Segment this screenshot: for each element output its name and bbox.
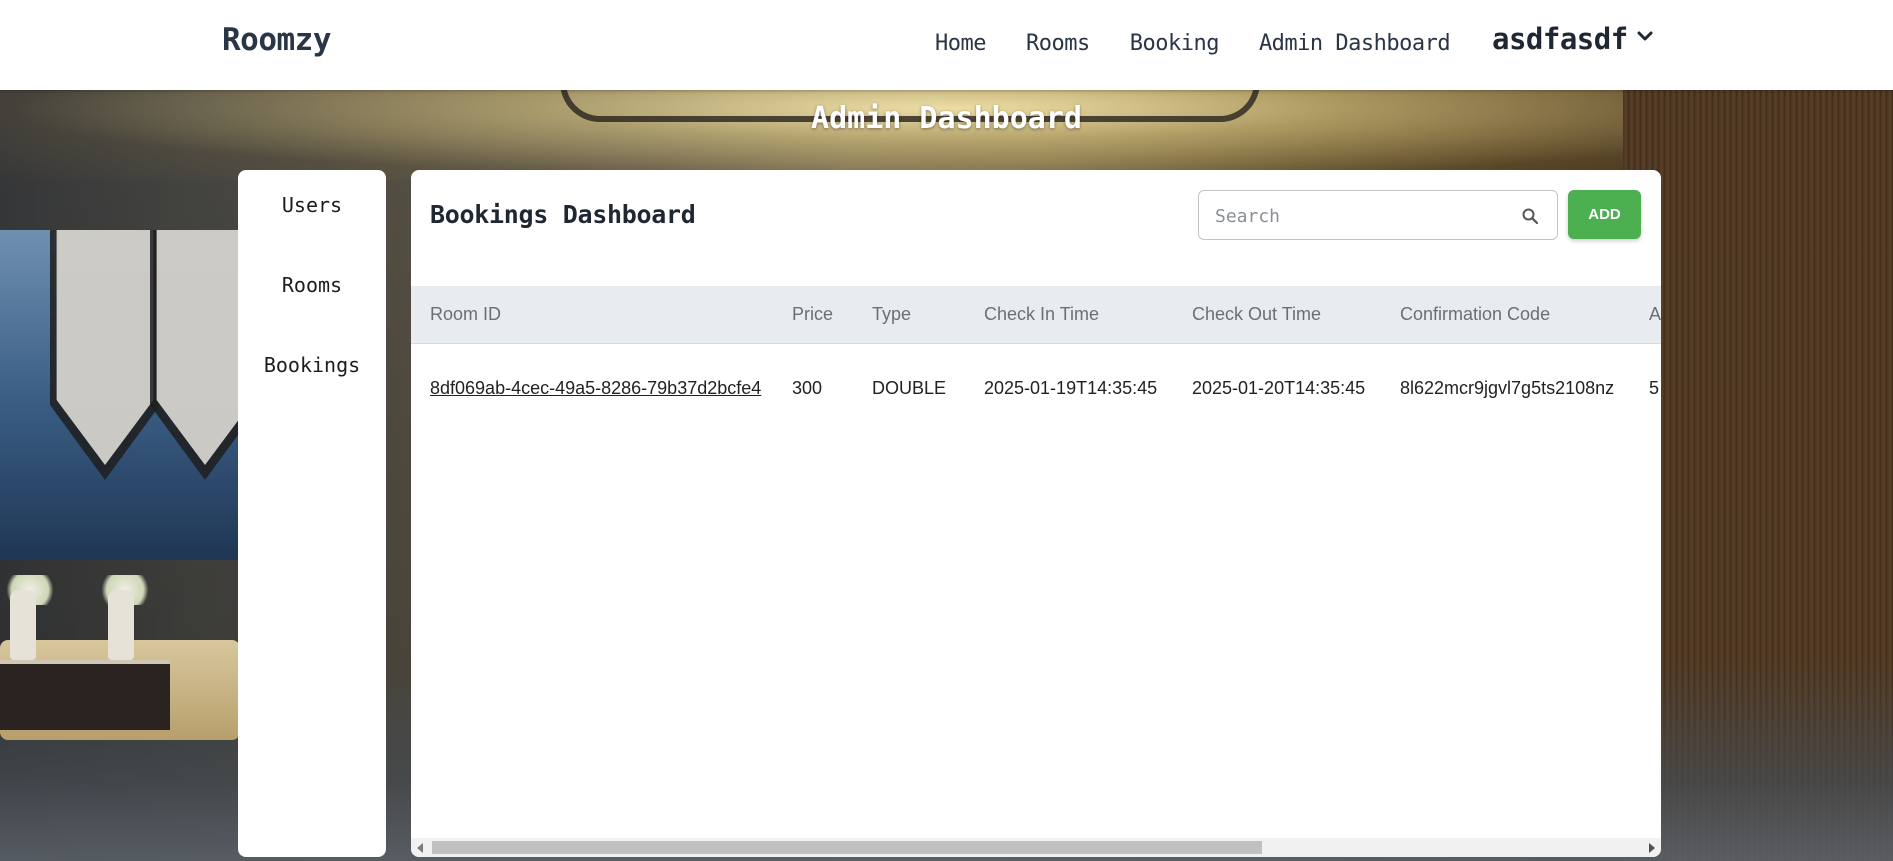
check-out-cell: 2025-01-20T14:35:45 — [1192, 378, 1366, 398]
top-navbar: Roomzy Home Rooms Booking Admin Dashboar… — [0, 0, 1893, 90]
check-in-cell: 2025-01-19T14:35:45 — [984, 378, 1158, 398]
scroll-right-icon[interactable] — [1649, 843, 1655, 853]
vase — [108, 590, 134, 660]
search-icon[interactable] — [1521, 207, 1539, 225]
truncated-cell: 5 — [1649, 378, 1660, 398]
scrollbar-thumb[interactable] — [432, 841, 1262, 854]
sidebar-item-bookings[interactable]: Bookings — [238, 353, 386, 377]
room-id-link[interactable]: 8df069ab-4cec-49a5-8286-79b37d2bcfe4 — [430, 378, 761, 399]
vase — [10, 590, 36, 660]
type-cell: DOUBLE — [872, 378, 947, 398]
search-input[interactable] — [1215, 203, 1505, 229]
bookings-panel: Bookings Dashboard ADD Room ID Price Typ… — [411, 170, 1661, 857]
user-menu[interactable]: asdfasdf — [1492, 22, 1654, 56]
nav-rooms[interactable]: Rooms — [1026, 31, 1090, 56]
panel-title: Bookings Dashboard — [430, 200, 696, 229]
column-header-price[interactable]: Price — [792, 304, 833, 325]
price-cell: 300 — [792, 378, 823, 398]
sidebar-item-users[interactable]: Users — [238, 193, 386, 217]
page-title: Admin Dashboard — [811, 101, 1082, 136]
nav-booking[interactable]: Booking — [1130, 31, 1220, 56]
confirmation-code-cell: 8l622mcr9jgvl7g5ts2108nz — [1400, 378, 1615, 398]
nav-admin-dashboard[interactable]: Admin Dashboard — [1259, 31, 1451, 56]
column-header-room-id[interactable]: Room ID — [430, 304, 501, 325]
logo[interactable]: Roomzy — [222, 22, 331, 58]
search-box — [1198, 190, 1558, 240]
column-header-type[interactable]: Type — [872, 304, 911, 325]
chevron-down-icon — [1637, 31, 1653, 41]
add-button[interactable]: ADD — [1568, 190, 1641, 239]
sidebar-item-rooms[interactable]: Rooms — [238, 273, 386, 297]
user-name: asdfasdf — [1492, 22, 1628, 56]
column-header-truncated[interactable]: A — [1649, 304, 1661, 325]
admin-sidebar: Users Rooms Bookings — [238, 170, 386, 857]
bookings-table: Room ID Price Type Check In Time Check O… — [411, 286, 1661, 836]
nav-home[interactable]: Home — [935, 31, 986, 56]
column-header-check-in[interactable]: Check In Time — [984, 304, 1099, 325]
cabinet — [0, 660, 170, 730]
horizontal-scrollbar[interactable] — [411, 838, 1661, 857]
scroll-left-icon[interactable] — [417, 843, 423, 853]
column-header-check-out[interactable]: Check Out Time — [1192, 304, 1321, 325]
column-header-confirmation-code[interactable]: Confirmation Code — [1400, 304, 1550, 325]
main-nav: Home Rooms Booking Admin Dashboard — [935, 28, 1490, 58]
